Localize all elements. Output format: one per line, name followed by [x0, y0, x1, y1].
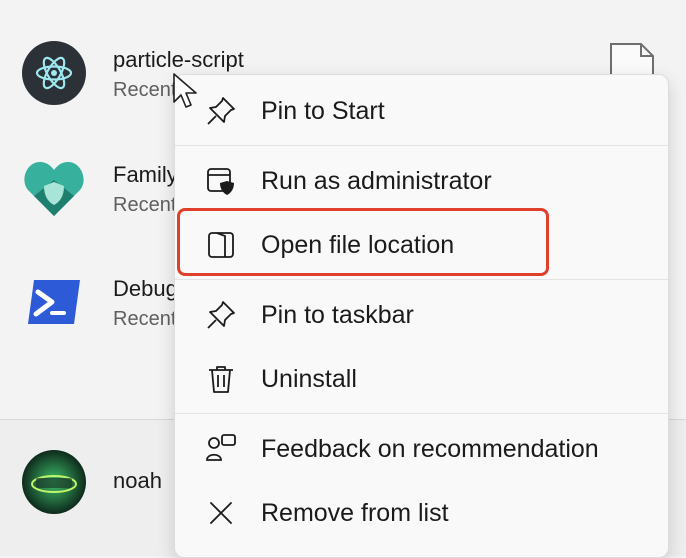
context-menu: Pin to Start Run as administrator Open f… — [174, 74, 669, 558]
menu-item-label: Feedback on recommendation — [261, 434, 599, 463]
menu-item-label: Pin to Start — [261, 96, 385, 125]
user-name: noah — [113, 468, 162, 493]
highlight-box — [177, 208, 549, 276]
pin-icon — [203, 93, 239, 129]
menu-item-pin-to-start[interactable]: Pin to Start — [175, 81, 668, 141]
pin-icon — [203, 297, 239, 333]
electron-atom-icon — [22, 41, 86, 105]
user-button[interactable]: noah — [22, 450, 172, 514]
menu-item-run-as-administrator[interactable]: Run as administrator — [175, 151, 668, 211]
menu-item-label: Pin to taskbar — [261, 300, 414, 329]
family-safety-heart-icon — [24, 162, 84, 216]
feedback-icon — [203, 431, 239, 467]
menu-item-uninstall[interactable]: Uninstall — [175, 349, 668, 409]
shield-window-icon — [203, 163, 239, 199]
menu-item-label: Run as administrator — [261, 166, 492, 195]
menu-separator — [175, 413, 668, 414]
menu-item-feedback-on-recommendation[interactable]: Feedback on recommendation — [175, 419, 668, 479]
mouse-pointer-icon — [173, 73, 197, 108]
menu-item-remove-from-list[interactable]: Remove from list — [175, 483, 668, 543]
app-name: particle-script — [113, 47, 244, 72]
menu-separator — [175, 145, 668, 146]
menu-item-label: Uninstall — [261, 364, 357, 393]
menu-separator — [175, 279, 668, 280]
trash-icon — [203, 361, 239, 397]
powershell-icon — [28, 280, 80, 324]
close-icon — [203, 495, 239, 531]
user-avatar-icon — [22, 450, 86, 514]
menu-item-pin-to-taskbar[interactable]: Pin to taskbar — [175, 285, 668, 345]
menu-item-label: Remove from list — [261, 498, 449, 527]
